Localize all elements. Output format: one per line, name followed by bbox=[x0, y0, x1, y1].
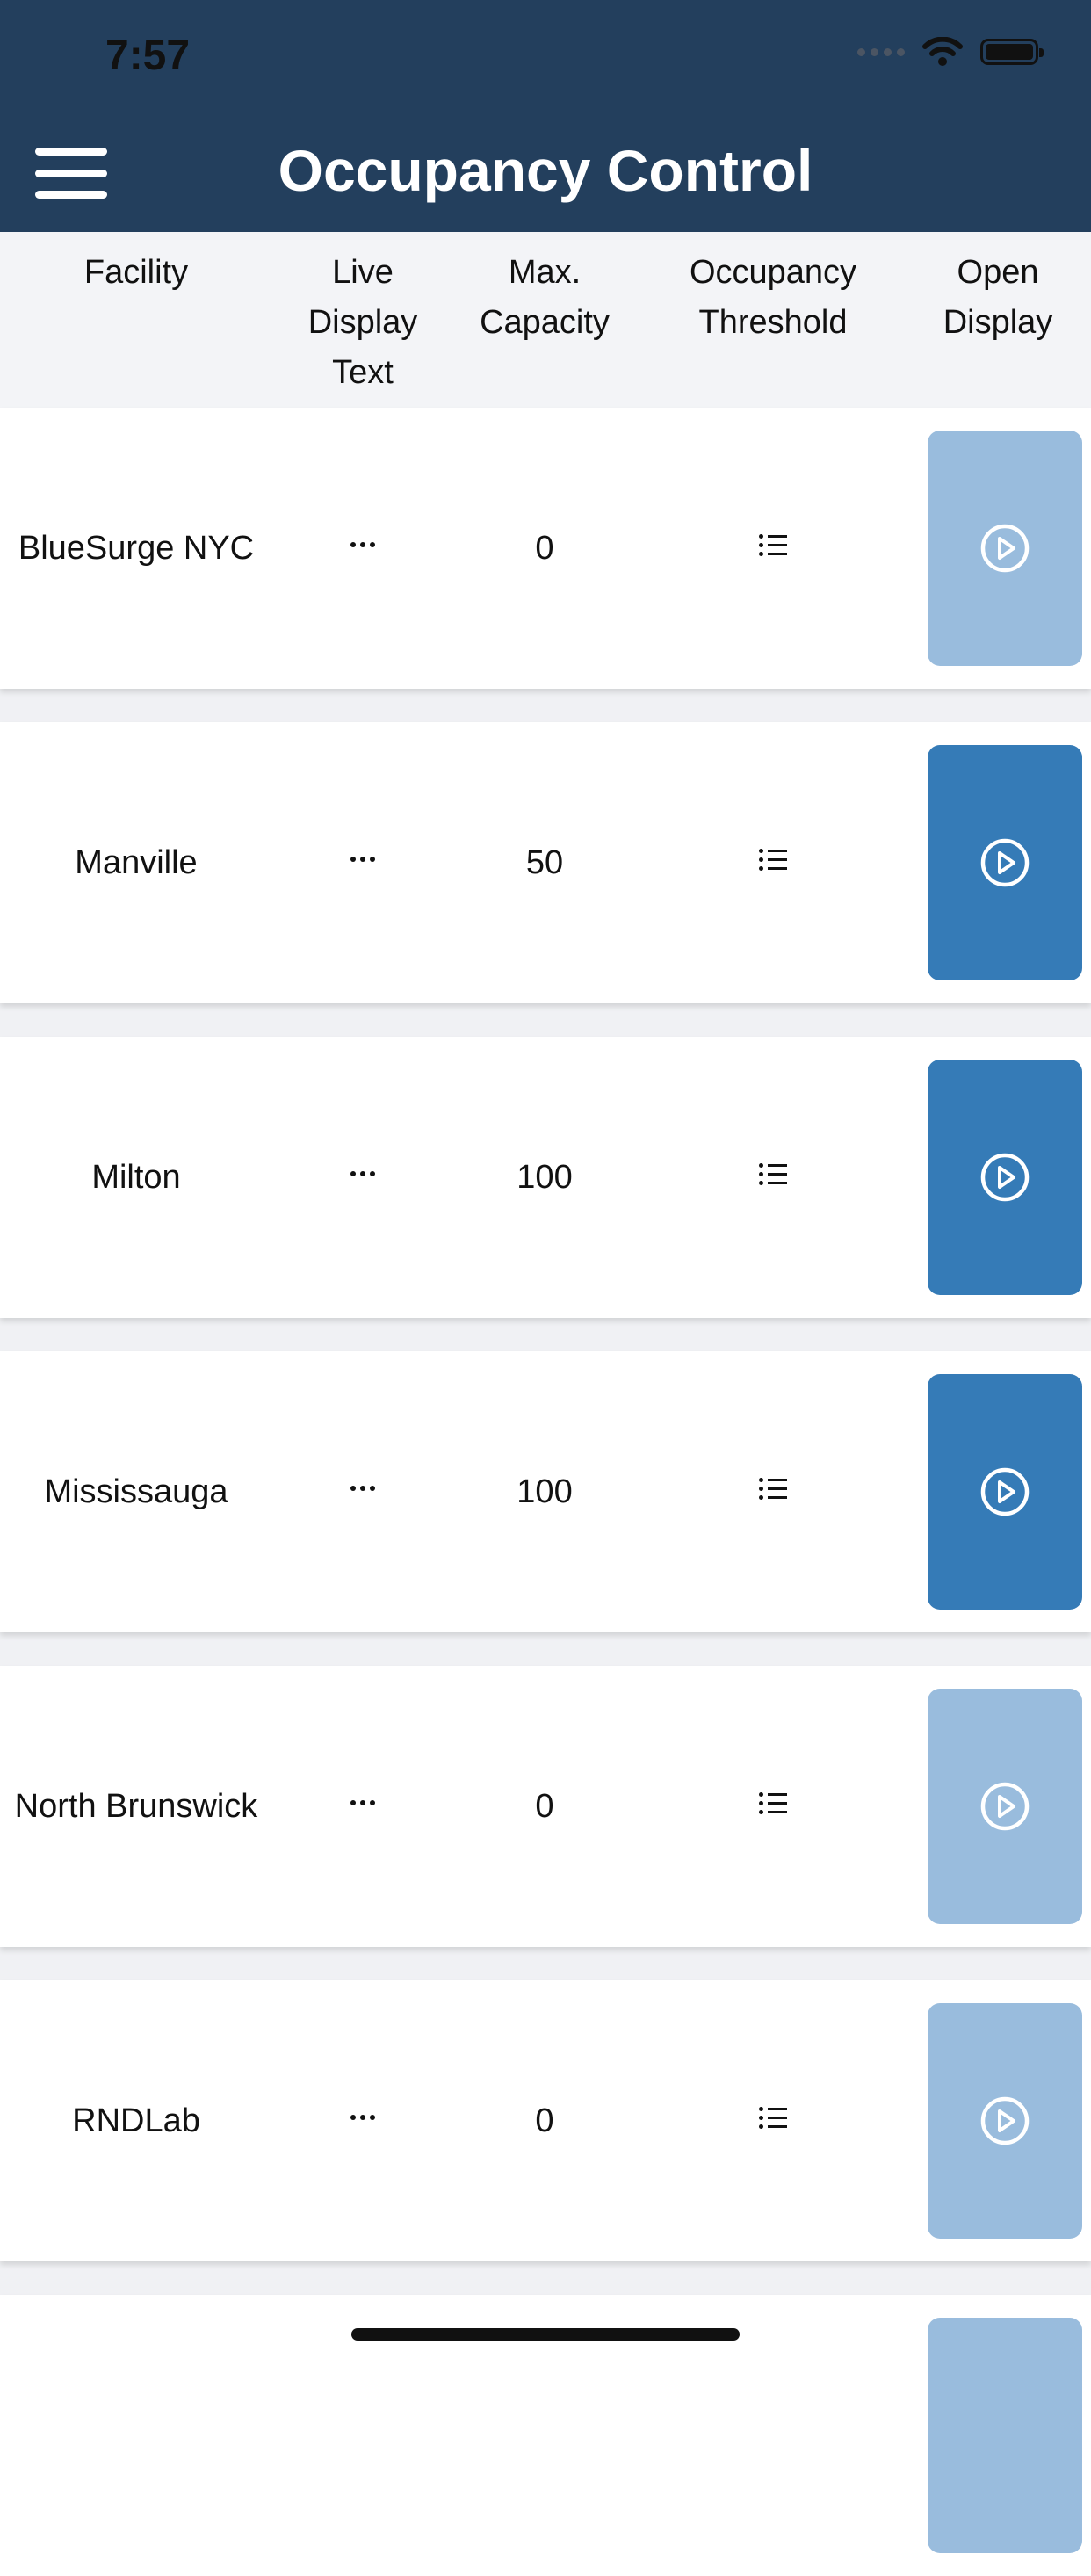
occupancy-threshold-button[interactable] bbox=[729, 1037, 817, 1318]
column-facility: Facility bbox=[83, 254, 189, 291]
wifi-icon bbox=[922, 37, 963, 66]
facility-name: Mississauga bbox=[44, 1473, 228, 1510]
table-row: BlueSurge NYC 0 bbox=[0, 408, 1091, 689]
open-display-button[interactable] bbox=[928, 2318, 1082, 2553]
list-icon bbox=[759, 1477, 787, 1500]
open-display-button[interactable] bbox=[928, 745, 1082, 980]
list-icon bbox=[759, 1162, 787, 1185]
facility-name: RNDLab bbox=[72, 2102, 200, 2139]
open-display-button[interactable] bbox=[928, 1689, 1082, 1924]
facility-name: North Brunswick bbox=[14, 1787, 258, 1825]
table-row: North Brunswick 0 bbox=[0, 1666, 1091, 1947]
open-display-button[interactable] bbox=[928, 431, 1082, 666]
play-circle-icon bbox=[980, 1467, 1030, 1516]
column-live-display-text: Live Display Text bbox=[307, 254, 418, 391]
max-capacity-value: 100 bbox=[517, 1473, 573, 1510]
occupancy-threshold-button[interactable] bbox=[729, 1666, 817, 1947]
ellipsis-icon bbox=[350, 1486, 375, 1491]
max-capacity-value: 0 bbox=[535, 1787, 554, 1825]
open-display-button[interactable] bbox=[928, 1060, 1082, 1295]
facility-name: Milton bbox=[91, 1158, 181, 1196]
table-header: Facility Live Display Text Max. Capacity… bbox=[0, 232, 1091, 408]
list-icon bbox=[759, 1791, 787, 1814]
open-display-button[interactable] bbox=[928, 1374, 1082, 1610]
facility-name: Manville bbox=[75, 843, 198, 881]
play-circle-icon bbox=[980, 1782, 1030, 1831]
ellipsis-icon bbox=[350, 1800, 375, 1805]
column-open-display: Open Display bbox=[943, 254, 1053, 341]
cellular-signal-icon bbox=[857, 47, 905, 56]
list-icon bbox=[759, 848, 787, 871]
max-capacity-value: 0 bbox=[535, 2102, 554, 2139]
open-display-button[interactable] bbox=[928, 2003, 1082, 2239]
list-icon bbox=[759, 2106, 787, 2129]
live-display-text-button[interactable] bbox=[319, 1666, 407, 1947]
column-max-capacity: Max. Capacity bbox=[480, 254, 610, 341]
table-row: RNDLab 0 bbox=[0, 1980, 1091, 2261]
occupancy-threshold-button[interactable] bbox=[729, 1980, 817, 2261]
occupancy-threshold-button[interactable] bbox=[729, 408, 817, 689]
play-circle-icon bbox=[980, 1153, 1030, 1202]
live-display-text-button[interactable] bbox=[319, 722, 407, 1003]
status-time: 7:57 bbox=[105, 33, 191, 79]
occupancy-threshold-button[interactable] bbox=[729, 722, 817, 1003]
table-row: Manville 50 bbox=[0, 722, 1091, 1003]
page-title: Occupancy Control bbox=[278, 138, 813, 203]
app-header: 7:57 Occupancy Control bbox=[0, 0, 1091, 232]
max-capacity-value: 100 bbox=[517, 1158, 573, 1196]
list-icon bbox=[759, 533, 787, 556]
facility-name: BlueSurge NYC bbox=[18, 529, 255, 567]
live-display-text-button[interactable] bbox=[319, 1980, 407, 2261]
live-display-text-button[interactable] bbox=[319, 1351, 407, 1632]
play-circle-icon bbox=[980, 2096, 1030, 2145]
play-circle-icon bbox=[980, 524, 1030, 573]
home-indicator bbox=[351, 2328, 740, 2341]
ellipsis-icon bbox=[350, 857, 375, 862]
table-row: Milton 100 bbox=[0, 1037, 1091, 1318]
max-capacity-value: 50 bbox=[525, 843, 564, 881]
live-display-text-button[interactable] bbox=[319, 408, 407, 689]
table-row: Mississauga 100 bbox=[0, 1351, 1091, 1632]
ellipsis-icon bbox=[350, 1171, 375, 1176]
ellipsis-icon bbox=[350, 542, 375, 547]
play-circle-icon bbox=[980, 838, 1030, 887]
ellipsis-icon bbox=[350, 2115, 375, 2120]
battery-icon bbox=[980, 39, 1044, 65]
max-capacity-value: 0 bbox=[535, 529, 554, 567]
live-display-text-button[interactable] bbox=[319, 1037, 407, 1318]
status-icons bbox=[857, 37, 1044, 67]
column-occupancy-threshold: Occupancy Threshold bbox=[689, 254, 857, 341]
occupancy-threshold-button[interactable] bbox=[729, 1351, 817, 1632]
